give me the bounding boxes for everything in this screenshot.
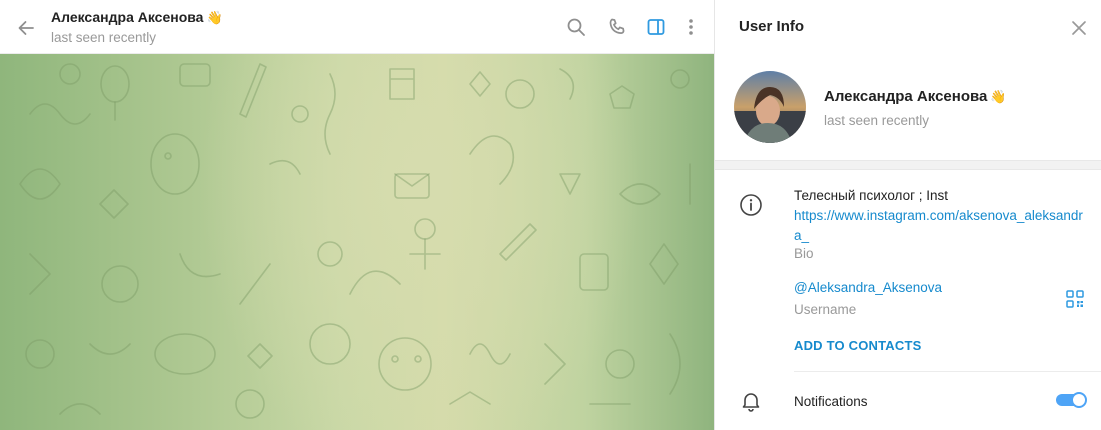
- chat-header: Александра Аксенова 👋 last seen recently: [0, 0, 714, 54]
- profile-status: last seen recently: [824, 113, 930, 128]
- toggle-knob: [1071, 392, 1087, 408]
- wave-emoji: 👋: [990, 89, 1007, 104]
- bio-caption: Bio: [794, 246, 814, 261]
- call-button[interactable]: [604, 14, 630, 40]
- section-divider: [715, 160, 1101, 170]
- chat-status: last seen recently: [51, 30, 157, 45]
- qr-code-icon[interactable]: [1066, 290, 1084, 308]
- user-info-panel: User Info Александра Аксенова 👋 last see…: [715, 0, 1101, 430]
- bell-icon: [742, 393, 760, 412]
- search-icon: [567, 18, 585, 36]
- chat-title-text: Александра Аксенова: [51, 9, 204, 25]
- username-caption: Username: [794, 302, 857, 317]
- avatar[interactable]: [734, 71, 806, 143]
- wave-emoji: 👋: [206, 10, 223, 25]
- search-button[interactable]: [563, 14, 589, 40]
- divider: [794, 371, 1101, 372]
- sidebar-toggle-button[interactable]: [643, 14, 669, 40]
- more-vertical-icon: [689, 19, 693, 35]
- chat-title[interactable]: Александра Аксенова 👋: [51, 9, 223, 26]
- sidebar-toggle-icon: [647, 19, 665, 35]
- profile-name: Александра Аксенова 👋: [824, 88, 1007, 105]
- bio-link[interactable]: https://www.instagram.com/aksenova_aleks…: [794, 206, 1084, 246]
- phone-icon: [609, 18, 625, 34]
- user-info-header: User Info: [715, 0, 1101, 54]
- close-icon: [1072, 21, 1086, 35]
- profile-name-text: Александра Аксенова: [824, 88, 988, 105]
- avatar-photo: [734, 71, 806, 143]
- add-to-contacts-button[interactable]: ADD TO CONTACTS: [794, 338, 921, 353]
- chat-background: [0, 54, 714, 430]
- back-button[interactable]: [13, 15, 39, 41]
- username-link[interactable]: @Aleksandra_Aksenova: [794, 280, 942, 295]
- bio-text: Телесный психолог ; Inst: [794, 188, 949, 203]
- notifications-label: Notifications: [794, 394, 868, 409]
- notifications-toggle[interactable]: [1056, 392, 1087, 408]
- doodle-pattern: [19, 63, 691, 419]
- chat-panel: Александра Аксенова 👋 last seen recently: [0, 0, 715, 430]
- info-icon: [740, 194, 762, 216]
- arrow-left-icon: [18, 21, 34, 35]
- user-info-title: User Info: [739, 18, 805, 35]
- more-button[interactable]: [678, 14, 704, 40]
- close-button[interactable]: [1067, 16, 1091, 40]
